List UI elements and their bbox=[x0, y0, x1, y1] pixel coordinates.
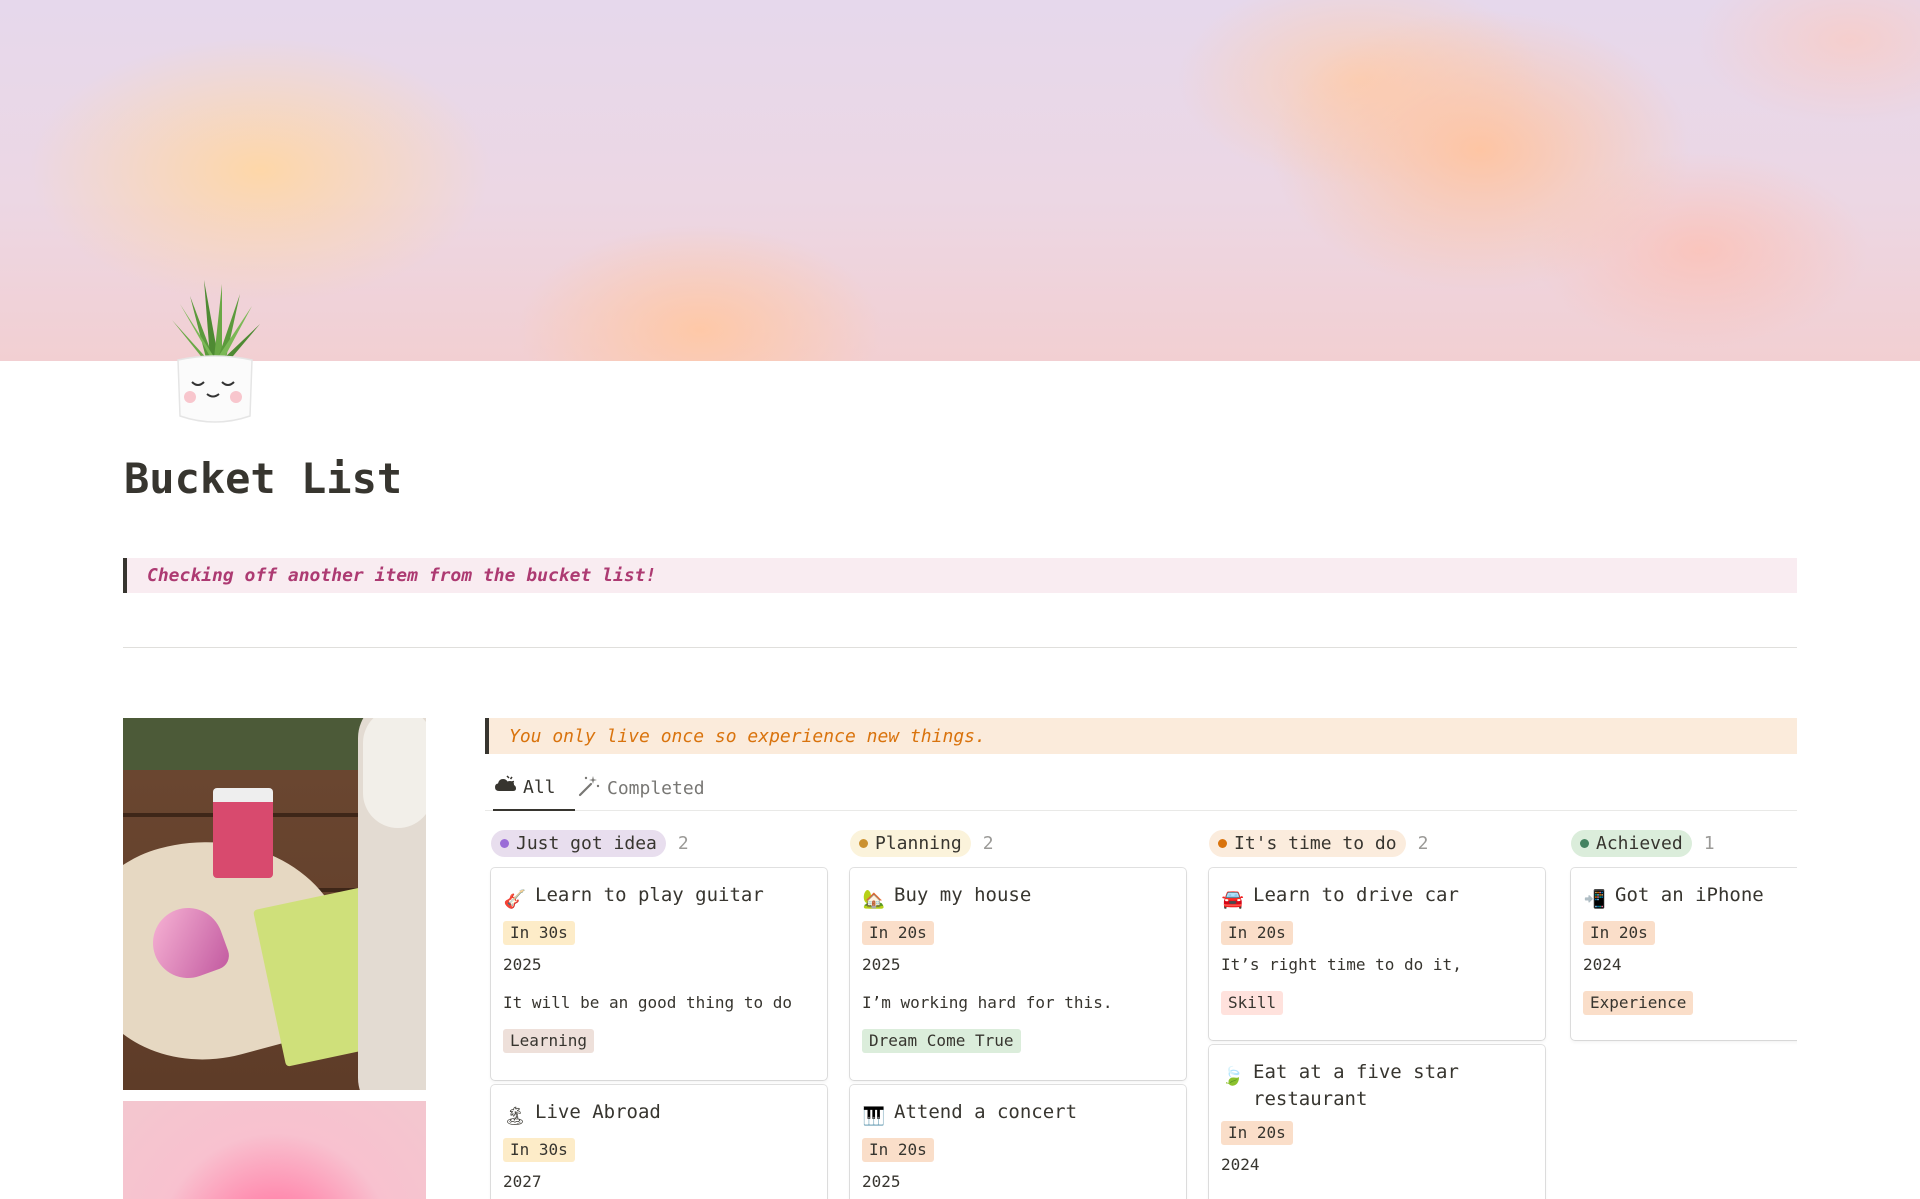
status-label: Planning bbox=[875, 832, 962, 854]
divider bbox=[123, 647, 1797, 648]
status-pill[interactable]: Just got idea bbox=[491, 829, 666, 857]
age-tag: In 20s bbox=[862, 921, 934, 945]
card-title: Attend a concert bbox=[894, 1101, 1078, 1123]
board-column-achieved: Achieved 1 📲 Got an iPhone In 20s 2024 E… bbox=[1565, 828, 1797, 1199]
column-count: 2 bbox=[1417, 832, 1429, 854]
board-card-learn-drive[interactable]: 🚘 Learn to drive car In 20s It’s right t… bbox=[1209, 868, 1545, 1040]
target-year: 2024 bbox=[1583, 955, 1622, 974]
status-label: Just got idea bbox=[516, 832, 657, 854]
phone-icon: 📲 bbox=[1583, 889, 1607, 910]
card-note: It’s right time to do it, bbox=[1221, 955, 1462, 974]
board-card-five-star-restaurant[interactable]: 🍃 Eat at a five star restaurant In 20s 2… bbox=[1209, 1045, 1545, 1199]
board-card-attend-concert[interactable]: 🎹 Attend a concert In 20s 2025 bbox=[850, 1085, 1186, 1199]
category-tag: Learning bbox=[503, 1029, 595, 1053]
callout-quote-text: Checking off another item from the bucke… bbox=[147, 565, 657, 586]
age-tag: In 20s bbox=[1221, 1121, 1293, 1145]
age-tag: In 30s bbox=[503, 921, 575, 945]
magic-wand-icon bbox=[577, 774, 601, 803]
category-tag: Dream Come True bbox=[862, 1029, 1021, 1053]
target-year: 2025 bbox=[862, 955, 901, 974]
house-icon: 🏡 bbox=[862, 889, 886, 910]
status-pill[interactable]: Planning bbox=[850, 829, 971, 857]
callout-motto-text: You only live once so experience new thi… bbox=[509, 725, 986, 747]
board-card-learn-guitar[interactable]: 🎸 Learn to play guitar In 30s 2025 It wi… bbox=[491, 868, 827, 1080]
column-count: 2 bbox=[982, 832, 994, 854]
target-year: 2025 bbox=[862, 1172, 901, 1191]
age-tag: In 20s bbox=[1583, 921, 1655, 945]
card-title: Eat at a five star restaurant bbox=[1253, 1061, 1459, 1110]
island-icon: 🏝 bbox=[503, 1106, 527, 1127]
card-title: Got an iPhone bbox=[1615, 884, 1764, 906]
pink-gradient-image bbox=[123, 1101, 426, 1199]
page-title: Bucket List bbox=[124, 454, 403, 503]
tab-all[interactable]: All bbox=[493, 766, 575, 811]
board-card-live-abroad[interactable]: 🏝 Live Abroad In 30s 2027 bbox=[491, 1085, 827, 1199]
leaf-icon: 🍃 bbox=[1221, 1066, 1245, 1087]
card-note: It will be an good thing to do bbox=[503, 993, 792, 1012]
tab-all-label: All bbox=[523, 777, 556, 798]
tab-completed-label: Completed bbox=[607, 778, 705, 799]
category-tag: Experience bbox=[1583, 991, 1694, 1015]
card-title: Live Abroad bbox=[535, 1101, 661, 1123]
status-pill[interactable]: Achieved bbox=[1571, 829, 1692, 857]
card-note: I’m working hard for this. bbox=[862, 993, 1113, 1012]
weather-icon bbox=[493, 773, 517, 802]
callout-quote: Checking off another item from the bucke… bbox=[123, 558, 1797, 593]
guitar-icon: 🎸 bbox=[503, 889, 527, 910]
status-pill[interactable]: It's time to do bbox=[1209, 829, 1406, 857]
board-column-just-got-idea: Just got idea 2 🎸 Learn to play guitar I… bbox=[485, 828, 827, 1199]
target-year: 2025 bbox=[503, 955, 542, 974]
card-title: Buy my house bbox=[894, 884, 1032, 906]
board-card-buy-house[interactable]: 🏡 Buy my house In 20s 2025 I’m working h… bbox=[850, 868, 1186, 1080]
age-tag: In 20s bbox=[862, 1138, 934, 1162]
view-tabs: All Completed bbox=[485, 766, 1797, 811]
column-count: 2 bbox=[677, 832, 689, 854]
category-tag: Skill bbox=[1221, 991, 1284, 1015]
status-label: Achieved bbox=[1596, 832, 1683, 854]
target-year: 2027 bbox=[503, 1172, 542, 1191]
board-card-got-iphone[interactable]: 📲 Got an iPhone In 20s 2024 Experience bbox=[1571, 868, 1797, 1040]
piano-icon: 🎹 bbox=[862, 1106, 886, 1127]
column-count: 1 bbox=[1703, 832, 1715, 854]
board-column-planning: Planning 2 🏡 Buy my house In 20s 2025 I’… bbox=[844, 828, 1186, 1199]
card-title: Learn to play guitar bbox=[535, 884, 764, 906]
cover-image bbox=[0, 0, 1920, 361]
age-tag: In 30s bbox=[503, 1138, 575, 1162]
age-tag: In 20s bbox=[1221, 921, 1293, 945]
card-title: Learn to drive car bbox=[1253, 884, 1459, 906]
status-label: It's time to do bbox=[1234, 832, 1397, 854]
tab-completed[interactable]: Completed bbox=[577, 766, 717, 811]
callout-motto: You only live once so experience new thi… bbox=[485, 718, 1797, 754]
target-year: 2024 bbox=[1221, 1155, 1260, 1174]
board-column-its-time-to-do: It's time to do 2 🚘 Learn to drive car I… bbox=[1203, 828, 1545, 1199]
plant-pot-icon[interactable] bbox=[170, 276, 260, 426]
car-icon: 🚘 bbox=[1221, 889, 1245, 910]
photo-bench-picnic bbox=[123, 718, 426, 1090]
